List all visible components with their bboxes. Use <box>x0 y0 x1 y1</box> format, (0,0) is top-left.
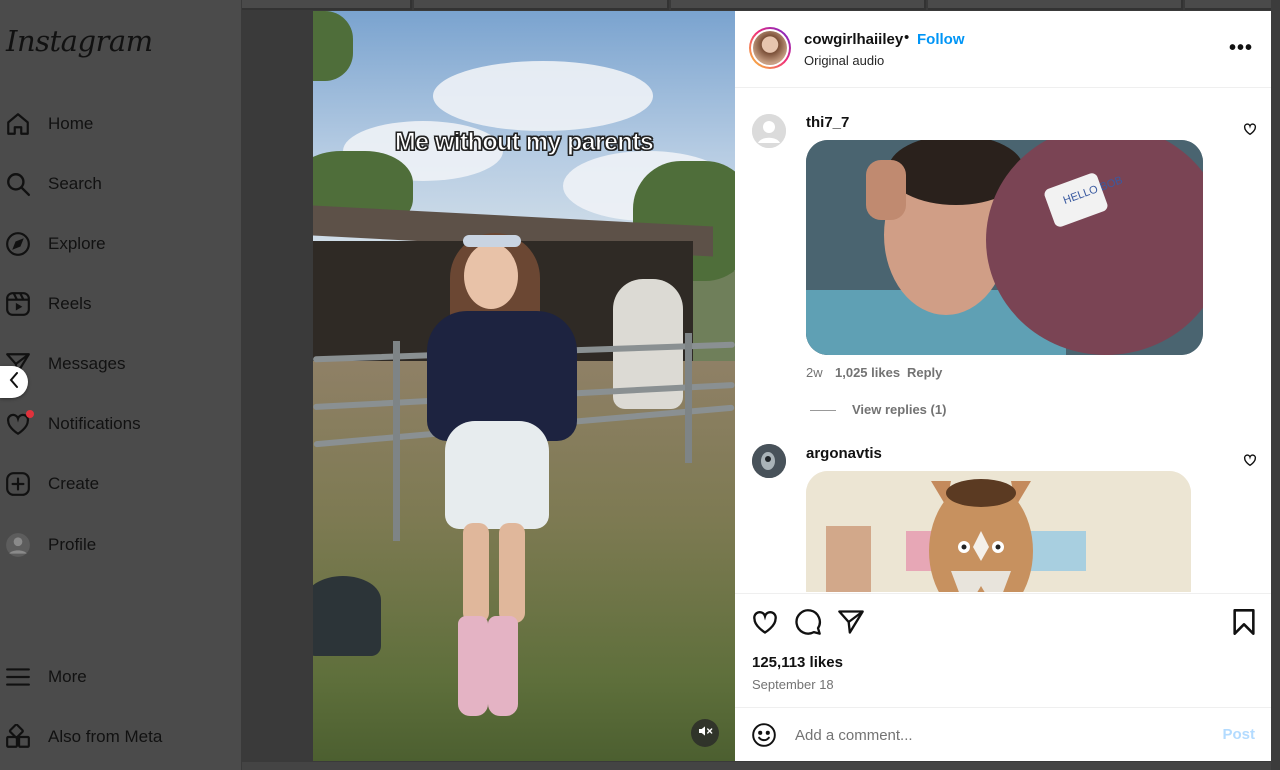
comment-bubble-icon[interactable] <box>794 608 822 636</box>
reel-video[interactable]: Me without my parents <box>313 11 735 761</box>
video-girl-face <box>464 243 518 309</box>
home-icon <box>5 111 31 137</box>
view-replies-button[interactable]: View replies (1) <box>810 402 946 417</box>
sidebar-item-label: Home <box>48 114 94 133</box>
comment-username[interactable]: argonavtis <box>806 445 882 462</box>
video-cloud <box>433 61 653 131</box>
menu-icon <box>5 664 31 690</box>
sidebar-item-label: Create <box>48 474 100 493</box>
video-girl-skirt <box>445 421 549 529</box>
background-tile <box>242 0 412 10</box>
post-comment-button[interactable]: Post <box>1222 726 1255 743</box>
sidebar-item-search[interactable]: Search <box>0 160 240 208</box>
comment-gif-image[interactable]: HELLO BOB <box>806 140 1203 355</box>
sidebar-item-label: Profile <box>48 535 97 554</box>
post-details-panel: cowgirlhaiiley • Follow Original audio •… <box>735 11 1271 761</box>
background-tile <box>928 0 1183 10</box>
video-girl-boot <box>458 616 488 716</box>
comment-gif-image[interactable] <box>806 471 1191 592</box>
background-tile <box>414 0 669 10</box>
sidebar-item-messages[interactable]: Messages <box>0 340 240 388</box>
share-send-icon[interactable] <box>837 608 865 636</box>
plus-square-icon <box>5 471 31 497</box>
sidebar-item-label: Reels <box>48 294 92 313</box>
like-heart-icon[interactable] <box>751 608 779 636</box>
video-girl-leg <box>463 523 489 623</box>
sidebar-item-explore[interactable]: Explore <box>0 220 240 268</box>
comment-like-heart-icon[interactable] <box>1243 122 1257 136</box>
reels-icon <box>5 291 31 317</box>
emoji-icon[interactable] <box>751 722 777 748</box>
audio-link[interactable]: Original audio <box>804 53 884 68</box>
comment-like-heart-icon[interactable] <box>1243 453 1257 467</box>
sidebar-item-notifications[interactable]: Notifications <box>0 400 240 448</box>
video-fence-post <box>393 341 400 541</box>
video-girl-boot <box>488 616 518 716</box>
comment-avatar[interactable] <box>752 444 786 478</box>
comment-avatar[interactable] <box>752 114 786 148</box>
sidebar-item-also-from-meta[interactable]: Also from Meta <box>0 713 240 761</box>
muted-speaker-icon <box>697 723 713 744</box>
separator-dot: • <box>904 29 910 46</box>
previous-post-button[interactable] <box>0 366 28 398</box>
post-date: September 18 <box>752 677 834 692</box>
post-header: cowgirlhaiiley • Follow Original audio •… <box>735 11 1271 88</box>
divider-line <box>810 410 836 412</box>
sidebar-item-create[interactable]: Create <box>0 460 240 508</box>
comment-age: 2w <box>806 365 823 380</box>
author-avatar[interactable] <box>749 27 791 69</box>
comment-likes[interactable]: 1,025 likes <box>835 365 900 380</box>
video-girl-headband <box>463 235 521 247</box>
search-icon <box>5 171 31 197</box>
background-tile <box>1185 0 1280 10</box>
author-username[interactable]: cowgirlhaiiley <box>804 31 903 48</box>
comment-username[interactable]: thi7_7 <box>806 114 849 131</box>
video-caption: Me without my parents <box>394 128 654 157</box>
sidebar-item-label: Notifications <box>48 414 141 433</box>
background-tile <box>671 0 926 10</box>
background-edge <box>1271 0 1280 770</box>
sidebar-item-profile[interactable]: Profile <box>0 521 240 569</box>
sidebar-item-label: Messages <box>48 354 126 373</box>
chevron-left-icon <box>7 371 21 394</box>
compass-icon <box>5 231 31 257</box>
video-bucket <box>313 576 381 656</box>
video-girl-leg <box>499 523 525 623</box>
sidebar-item-label: Search <box>48 174 102 193</box>
sidebar-item-home[interactable]: Home <box>0 100 240 148</box>
comment-input[interactable] <box>795 721 1195 749</box>
sidebar-item-more[interactable]: More <box>0 653 240 701</box>
instagram-logo[interactable]: Instagram <box>6 24 153 58</box>
avatar-icon <box>5 532 31 558</box>
post-actions: 125,113 likes September 18 <box>735 593 1271 707</box>
sidebar-item-label: Explore <box>48 234 106 253</box>
post-likes-count[interactable]: 125,113 likes <box>752 654 843 671</box>
mute-button[interactable] <box>691 719 719 747</box>
meta-apps-icon <box>5 724 31 750</box>
sidebar: Instagram Home Search Explore Reels Mess… <box>0 0 242 770</box>
add-comment-bar: Post <box>735 707 1271 761</box>
sidebar-item-label: More <box>48 667 87 686</box>
notification-dot <box>26 410 34 418</box>
view-replies-label: View replies (1) <box>852 402 947 417</box>
background-tile <box>242 762 1280 770</box>
video-fence-post <box>685 333 692 463</box>
follow-button[interactable]: Follow <box>917 31 965 48</box>
sidebar-item-reels[interactable]: Reels <box>0 280 240 328</box>
sidebar-item-label: Also from Meta <box>48 727 163 746</box>
more-options-icon[interactable]: ••• <box>1229 37 1253 60</box>
comments-list: thi7_7 HELLO BOB 2w 1,025 likes Reply Vi… <box>735 89 1271 592</box>
comment-reply-button[interactable]: Reply <box>907 365 942 380</box>
bookmark-icon[interactable] <box>1230 608 1258 636</box>
